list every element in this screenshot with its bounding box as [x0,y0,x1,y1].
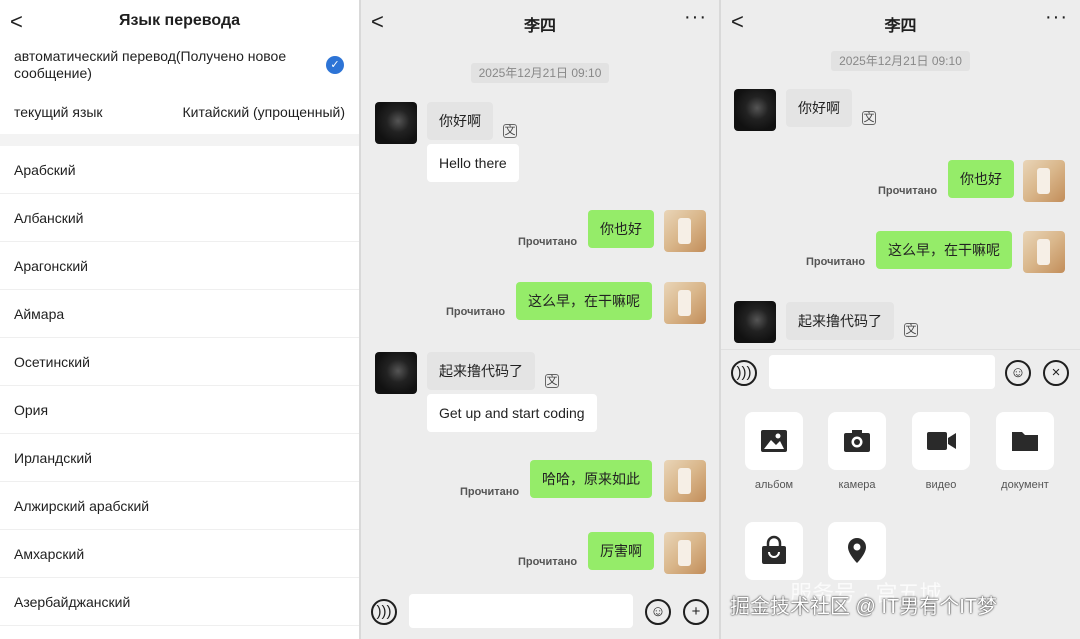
message-timestamp: 2025年12月21日 09:10 [721,51,1080,71]
attach-label: камера [838,479,876,491]
attach-video[interactable]: видео [912,412,970,491]
contact-avatar[interactable] [375,352,417,394]
attach-document[interactable]: документ [996,412,1054,491]
language-list: Арабский Албанский Арагонский Аймара Осе… [0,146,359,626]
settings-header: < Язык перевода [0,0,359,42]
language-item[interactable]: Амхарский [0,530,359,578]
user-avatar[interactable] [664,460,706,502]
received-message[interactable]: 起来撸代码了 [427,352,535,390]
translate-icon[interactable]: 文 [545,374,559,388]
contact-avatar[interactable] [375,102,417,144]
checkmark-icon: ✓ [326,56,344,74]
translate-icon[interactable]: 文 [503,124,517,138]
message-timestamp: 2025年12月21日 09:10 [361,63,719,83]
auto-translate-option[interactable]: автоматический перевод(Получено новое со… [0,42,359,90]
user-avatar[interactable] [1023,160,1065,202]
voice-icon[interactable]: ))) [731,360,757,386]
camera-icon [828,412,886,470]
chat-screen: < 李四 ··· 2025年12月21日 09:10 你好啊 文 Hello t… [361,0,719,639]
image-icon [745,412,803,470]
chat-header: < 李四 ··· [721,0,1080,42]
attach-location[interactable] [828,522,886,580]
chat-input-bar: ))) ☺ + [361,592,719,636]
attach-label: документ [1001,479,1049,491]
language-item[interactable]: Ория [0,386,359,434]
shopping-bag-icon [745,522,803,580]
auto-translate-label: автоматический перевод(Получено новое со… [14,48,287,81]
translation-text: Get up and start coding [427,394,597,432]
voice-icon[interactable]: ))) [371,599,397,625]
video-icon [912,412,970,470]
more-icon[interactable]: ··· [1045,6,1068,29]
sent-message[interactable]: 这么早，在干嘛呢 [876,231,1012,269]
sent-message[interactable]: 你也好 [588,210,654,248]
read-status: Прочитано [518,556,578,568]
read-status: Прочитано [518,236,578,248]
attach-album[interactable]: альбом [745,412,803,491]
user-avatar[interactable] [664,210,706,252]
translation-text: Hello there [427,144,519,182]
received-message[interactable]: 起来撸代码了 [786,302,894,340]
attach-shop[interactable] [745,522,803,580]
chat-header: < 李四 ··· [361,0,719,42]
language-item[interactable]: Албанский [0,194,359,242]
user-avatar[interactable] [664,282,706,324]
read-status: Прочитано [878,185,938,197]
contact-avatar[interactable] [734,301,776,343]
user-avatar[interactable] [664,532,706,574]
language-item[interactable]: Алжирский арабский [0,482,359,530]
received-message[interactable]: 你好啊 [427,102,493,140]
add-icon[interactable]: + [683,599,709,625]
contact-name: 李四 [884,18,917,35]
watermark: 掘金技术社区 @ IT男有个IT梦 [730,596,997,618]
contact-avatar[interactable] [734,89,776,131]
page-title: Язык перевода [118,12,241,29]
current-language-label: текущий язык [14,104,103,120]
chat-input-bar: ))) ☺ × [721,349,1080,393]
message-input[interactable] [409,594,633,628]
language-item[interactable]: Ирландский [0,434,359,482]
current-language-value: Китайский (упрощенный) [182,104,345,120]
contact-name: 李四 [523,18,556,35]
location-pin-icon [828,522,886,580]
sent-message[interactable]: 厉害啊 [588,532,654,570]
received-message[interactable]: 你好啊 [786,89,852,127]
emoji-icon[interactable]: ☺ [1005,360,1031,386]
sent-message[interactable]: 你也好 [948,160,1014,198]
attach-camera[interactable]: камера [828,412,886,491]
read-status: Прочитано [446,306,506,318]
sent-message[interactable]: 这么早，在干嘛呢 [516,282,652,320]
language-item[interactable]: Арабский [0,146,359,194]
user-avatar[interactable] [1023,231,1065,273]
language-item[interactable]: Осетинский [0,338,359,386]
chat-attach-screen: < 李四 ··· 2025年12月21日 09:10 你好啊 文 Прочита… [721,0,1080,639]
translate-icon[interactable]: 文 [862,111,876,125]
section-divider [0,134,359,146]
language-item[interactable]: Арагонский [0,242,359,290]
current-language-row[interactable]: текущий язык Китайский (упрощенный) [0,90,359,134]
translate-icon[interactable]: 文 [904,323,918,337]
read-status: Прочитано [460,486,520,498]
language-item[interactable]: Аймара [0,290,359,338]
folder-icon [996,412,1054,470]
attach-label: альбом [754,479,794,491]
translation-language-screen: < Язык перевода автоматический перевод(П… [0,0,359,639]
message-input[interactable] [769,355,995,389]
emoji-icon[interactable]: ☺ [645,599,671,625]
language-item[interactable]: Азербайджанский [0,578,359,626]
more-icon[interactable]: ··· [684,6,707,29]
sent-message[interactable]: 哈哈，原来如此 [530,460,652,498]
attach-label: видео [925,479,957,491]
read-status: Прочитано [806,256,866,268]
close-icon[interactable]: × [1043,360,1069,386]
